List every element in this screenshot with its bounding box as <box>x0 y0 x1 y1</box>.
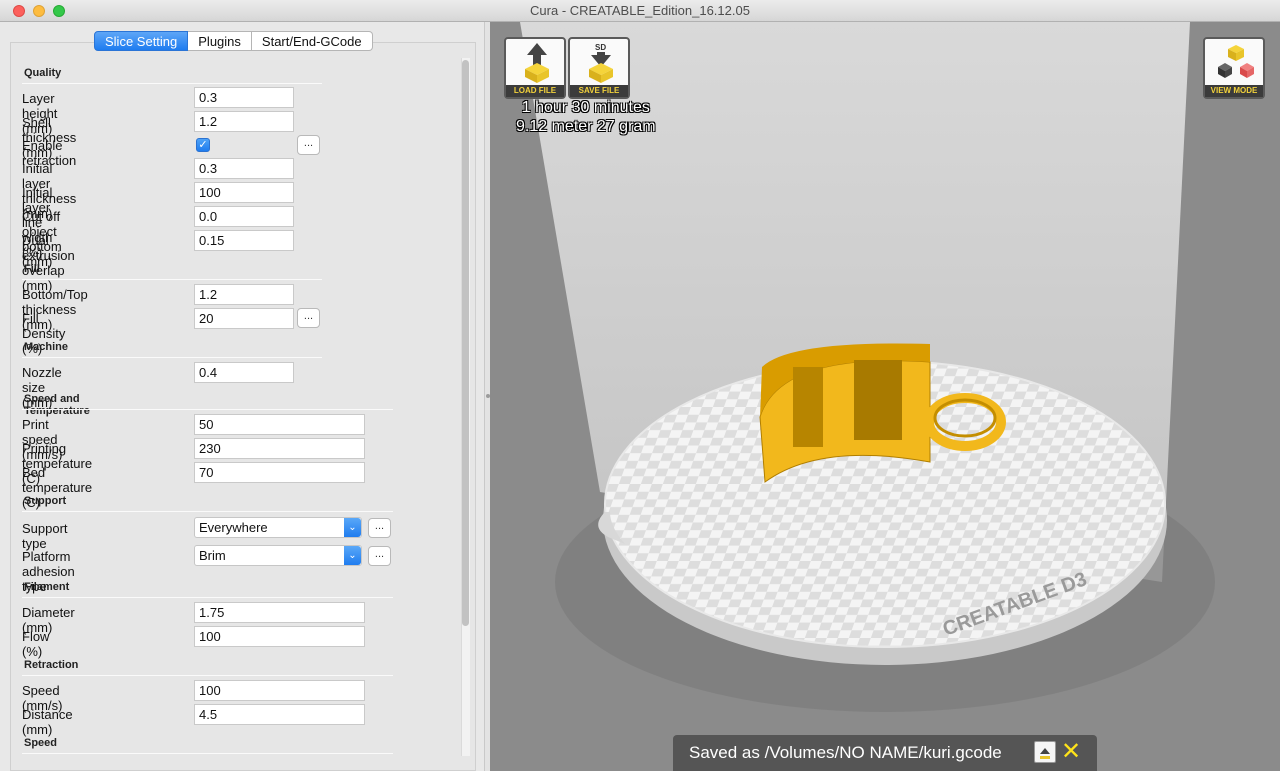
divider <box>22 597 393 598</box>
support-type-select[interactable]: Everywhere ⌄ <box>194 517 362 538</box>
tab-start-end-gcode[interactable]: Start/End-GCode <box>251 31 373 51</box>
initial-line-width-input[interactable]: 100 <box>194 182 294 203</box>
platform-adhesion-value: Brim <box>199 548 226 563</box>
close-notification-icon[interactable]: ✕ <box>1061 737 1081 767</box>
section-retraction: Retraction <box>24 659 79 671</box>
settings-tabs: Slice Setting Plugins Start/End-GCode <box>94 31 373 51</box>
shell-thickness-input[interactable]: 1.2 <box>194 111 294 132</box>
eject-sd-icon[interactable] <box>1034 741 1056 763</box>
save-status-text: Saved as /Volumes/NO NAME/kuri.gcode <box>689 743 1002 762</box>
dual-extrusion-overlap-input[interactable]: 0.15 <box>194 230 294 251</box>
printing-temperature-input[interactable]: 230 <box>194 438 365 459</box>
title-bar: Cura - CREATABLE_Edition_16.12.05 <box>0 0 1280 22</box>
print-speed-input[interactable]: 50 <box>194 414 365 435</box>
load-file-button[interactable]: LOAD FILE <box>504 37 566 99</box>
divider <box>22 279 322 280</box>
retraction-more-button[interactable]: ... <box>297 135 320 155</box>
support-type-label: Support type <box>22 521 68 551</box>
load-file-icon <box>525 43 549 83</box>
filament-flow-input[interactable]: 100 <box>194 626 365 647</box>
bed-temperature-input[interactable]: 70 <box>194 462 365 483</box>
retraction-speed-input[interactable]: 100 <box>194 680 365 701</box>
fill-density-input[interactable]: 20 <box>194 308 294 329</box>
model-opening-right <box>854 360 902 440</box>
section-quality: Quality <box>24 67 62 79</box>
nozzle-size-input[interactable]: 0.4 <box>194 362 294 383</box>
print-estimate: 1 hour 30 minutes 9.12 meter 27 gram <box>516 98 656 136</box>
settings-scroll-thumb[interactable] <box>462 60 469 626</box>
divider <box>22 357 322 358</box>
view-mode-label: VIEW MODE <box>1205 85 1263 97</box>
section-filament: Filament <box>24 581 70 593</box>
view-mode-icon <box>1218 45 1254 78</box>
divider <box>22 83 322 84</box>
3d-viewport[interactable]: CREATABLE D3 LOAD FILE SD SAVE FILE VIEW… <box>490 22 1280 771</box>
support-type-value: Everywhere <box>199 520 268 535</box>
window-title: Cura - CREATABLE_Edition_16.12.05 <box>530 3 750 18</box>
tab-plugins[interactable]: Plugins <box>188 31 252 51</box>
layer-height-input[interactable]: 0.3 <box>194 87 294 108</box>
save-file-label: SAVE FILE <box>570 85 628 97</box>
platform-adhesion-more-button[interactable]: ... <box>368 546 391 566</box>
section-fill: Fill <box>24 263 40 275</box>
support-type-more-button[interactable]: ... <box>368 518 391 538</box>
print-material: 9.12 meter 27 gram <box>516 118 656 135</box>
section-machine: Machine <box>24 341 69 353</box>
print-time: 1 hour 30 minutes <box>521 99 650 116</box>
model-opening-left <box>793 367 823 447</box>
retraction-distance-label: Distance (mm) <box>22 707 73 737</box>
section-speed-temperature: Speed and Temperature <box>24 393 90 417</box>
save-to-sd-icon: SD <box>589 43 613 83</box>
divider <box>22 675 393 676</box>
initial-layer-thickness-input[interactable]: 0.3 <box>194 158 294 179</box>
filament-diameter-input[interactable]: 1.75 <box>194 602 365 623</box>
section-speed: Speed <box>24 737 58 749</box>
chevron-down-icon: ⌄ <box>344 518 361 537</box>
view-mode-button[interactable]: VIEW MODE <box>1203 37 1265 99</box>
divider <box>22 409 393 410</box>
fill-density-more-button[interactable]: ... <box>297 308 320 328</box>
sd-label: SD <box>595 43 606 52</box>
enable-retraction-checkbox[interactable]: ✓ <box>196 138 210 152</box>
cut-off-bottom-input[interactable]: 0.0 <box>194 206 294 227</box>
divider <box>22 753 393 754</box>
save-notification: Saved as /Volumes/NO NAME/kuri.gcode ✕ <box>673 735 1097 771</box>
bottom-top-thickness-input[interactable]: 1.2 <box>194 284 294 305</box>
section-support: Support <box>24 495 67 507</box>
save-file-button[interactable]: SD SAVE FILE <box>568 37 630 99</box>
retraction-distance-input[interactable]: 4.5 <box>194 704 365 725</box>
divider <box>22 511 393 512</box>
chevron-down-icon: ⌄ <box>344 546 361 565</box>
platform-adhesion-select[interactable]: Brim ⌄ <box>194 545 362 566</box>
tab-slice-setting[interactable]: Slice Setting <box>94 31 189 51</box>
load-file-label: LOAD FILE <box>506 85 564 97</box>
filament-flow-label: Flow (%) <box>22 629 50 659</box>
